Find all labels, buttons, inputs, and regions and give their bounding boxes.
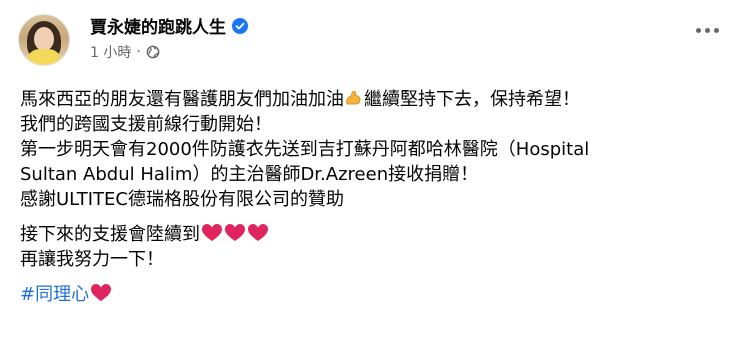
globe-icon[interactable] [146, 45, 160, 59]
post-line-4: Sultan Abdul Halim）的主治醫師Dr.Azreen接收捐贈！ [20, 164, 479, 185]
red-heart-icon [225, 224, 245, 241]
post-body: 馬來西亞的朋友還有醫護朋友們加油加油 繼續堅持下去，保持希望！ 我們的跨國支援前… [20, 87, 729, 307]
post-line-7: 再讓我努力一下！ [20, 249, 164, 270]
post-line-2: 我們的跨國支援前線行動開始！ [20, 114, 272, 135]
post-line-5: 感謝ULTITEC德瑞格股份有限公司的贊助 [20, 189, 344, 210]
author-row: 賈永婕的跑跳人生 [90, 13, 248, 38]
red-heart-icon [248, 224, 268, 241]
red-heart-icon [202, 224, 222, 241]
verified-badge-icon [232, 17, 248, 34]
line-text: 接下來的支援會陸續到 [20, 224, 200, 245]
more-options-icon[interactable] [696, 28, 719, 33]
post-meta: 1 小時 · [90, 42, 160, 62]
avatar-body [28, 49, 60, 65]
hashtag-line: #同理心 [20, 282, 729, 307]
hashtag-link[interactable]: #同理心 [20, 284, 89, 305]
red-heart-icon [91, 284, 112, 301]
post-timestamp[interactable]: 1 小時 [90, 42, 131, 62]
flexed-biceps-icon [346, 91, 361, 105]
post-line-3: 第一步明天會有2000件防護衣先送到吉打蘇丹阿都哈林醫院（Hospital [20, 139, 590, 160]
meta-separator: · [136, 44, 141, 60]
avatar-face [34, 27, 54, 51]
line-text: 馬來西亞的朋友還有醫護朋友們加油加油 [20, 89, 344, 110]
post-line-1: 馬來西亞的朋友還有醫護朋友們加油加油 繼續堅持下去，保持希望！ [20, 87, 729, 112]
line-text: 繼續堅持下去，保持希望！ [364, 89, 580, 110]
post-line-6: 接下來的支援會陸續到 [20, 222, 729, 247]
author-name[interactable]: 賈永婕的跑跳人生 [90, 13, 226, 38]
author-avatar[interactable] [18, 14, 70, 66]
